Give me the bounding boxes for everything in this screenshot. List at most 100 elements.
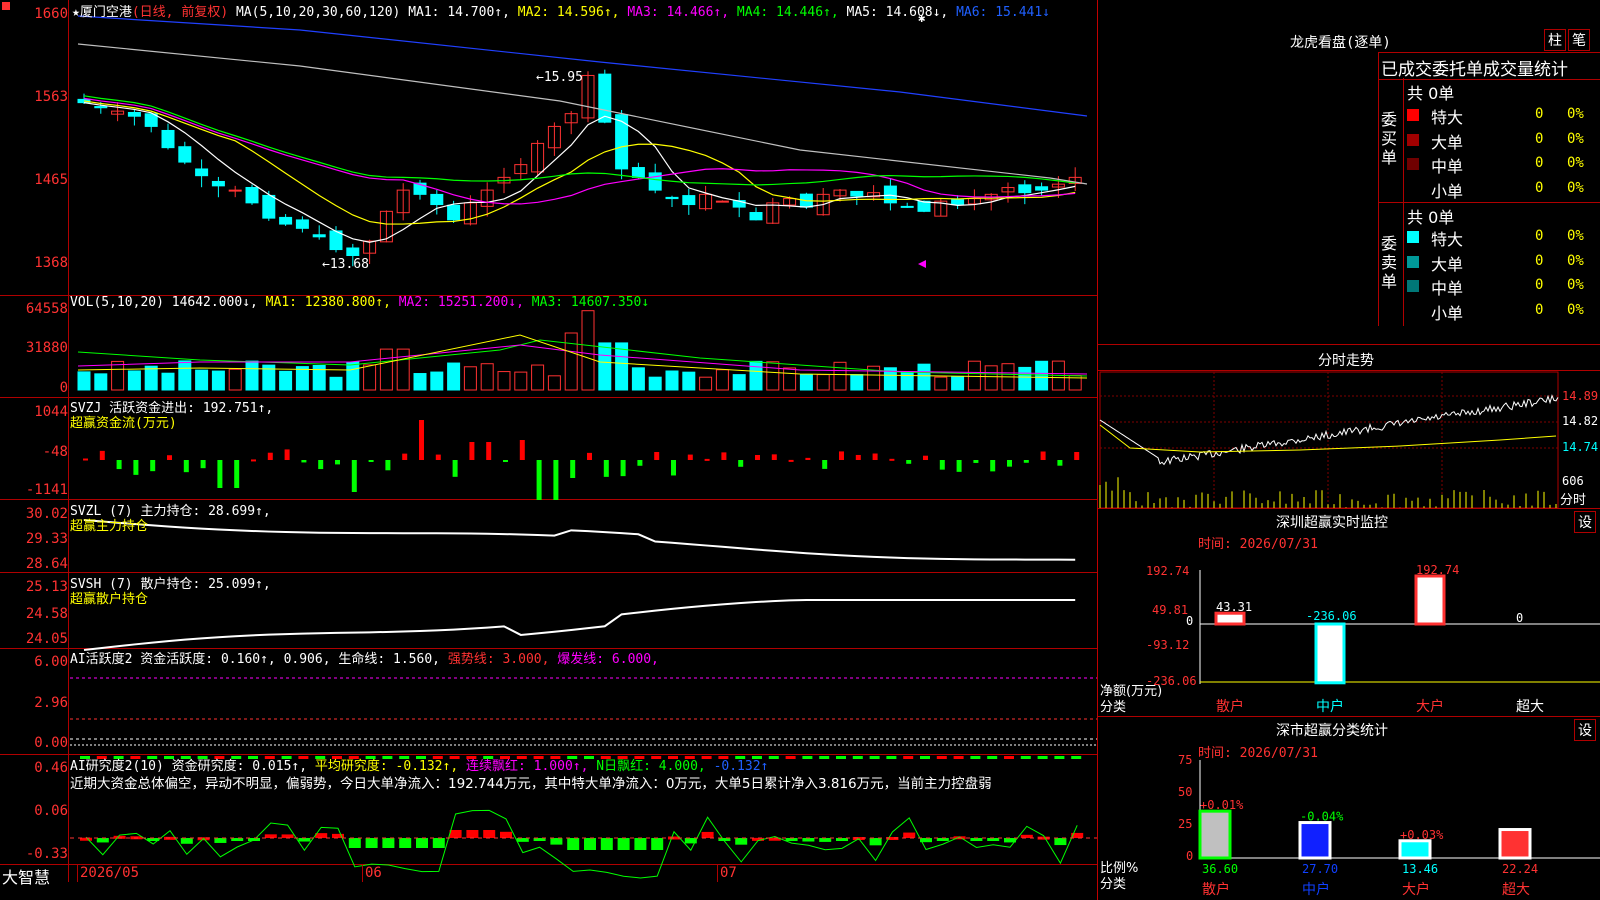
ma6-value: MA6: 15.441↓: [956, 5, 1050, 20]
stat-value-label: 36.60: [1202, 862, 1238, 876]
volume-bar: [766, 361, 780, 391]
stat-axis-label: 75: [1178, 753, 1193, 767]
activity-bar: [852, 756, 863, 759]
low-annotation: ←13.68: [322, 257, 369, 272]
date-axis: 大智慧 2026/05 06 07: [0, 864, 1098, 887]
fund-flow-bar: [183, 460, 189, 473]
sell-row: 大单 0 0%: [1407, 251, 1600, 274]
fund-flow-bar: [637, 460, 643, 466]
activity-bar: [819, 756, 830, 759]
order-type-label: 中单: [1431, 279, 1464, 298]
fund-flow-bar: [385, 460, 391, 471]
research-bar: [180, 838, 193, 844]
order-type-label: 中单: [1431, 157, 1464, 176]
monitor-value-label: -236.06: [1306, 609, 1357, 623]
separator: [1098, 344, 1600, 345]
fund-flow-bar: [167, 455, 172, 460]
sell-row: 中单 0 0%: [1407, 275, 1600, 298]
candle-body: [295, 219, 309, 229]
svsh-sub: 超赢散户持仓: [70, 592, 149, 607]
fund-flow-bar: [788, 459, 794, 462]
order-count: 0: [1535, 277, 1544, 293]
activity-bar: [903, 756, 914, 759]
volume-bar: [732, 374, 746, 391]
ma1-value: MA1: 14.700↑,: [408, 5, 510, 20]
volume-bar: [581, 310, 595, 391]
vol-label: VOL(5,10,20): [70, 295, 164, 310]
volume-bar: [211, 370, 225, 391]
candle-body: [127, 111, 141, 117]
favorite-star-icon[interactable]: ★: [72, 5, 80, 20]
volume-bar: [967, 360, 981, 391]
candle-body: [951, 199, 965, 206]
fund-flow-bar: [587, 452, 592, 460]
monitor-title: 深圳超赢实时监控: [1276, 515, 1388, 531]
buy-side-label: 委 买 单: [1381, 110, 1401, 167]
monitor-axis-label: -93.12: [1146, 638, 1190, 652]
fund-flow-bar: [284, 449, 290, 460]
candle-body: [749, 212, 763, 221]
order-count: 0: [1535, 228, 1544, 244]
order-type-label: 大单: [1431, 132, 1464, 152]
fenshi-vol-label: 606: [1562, 474, 1584, 488]
order-type-label: 特大: [1431, 230, 1464, 249]
stat-bar: [1398, 839, 1432, 860]
monitor-settings-button[interactable]: 设: [1574, 511, 1596, 533]
volume-bar: [816, 374, 830, 391]
ma-params: MA(5,10,20,30,60,120): [235, 5, 401, 20]
research-bar: [416, 838, 428, 848]
fund-flow-bar: [755, 455, 760, 460]
ma3-value: MA3: 14.466↑,: [627, 5, 730, 20]
fund-flow-bar: [452, 460, 458, 477]
fund-flow-bar: [771, 454, 777, 460]
volume-bar: [463, 366, 477, 391]
retail-holding-line: [83, 599, 1076, 651]
fund-flow-bar: [351, 460, 357, 492]
order-type-label: 小单: [1431, 181, 1464, 201]
svzj-sub: 超赢资金流(万元): [70, 416, 177, 431]
lhb-tab-label[interactable]: 已成交委托单成交量统计: [1381, 55, 1568, 80]
order-color-swatch: [1407, 255, 1419, 268]
ma5-value: MA5: 14.608↓,: [846, 5, 949, 20]
lhb-title: 龙虎看盘(逐单): [1290, 35, 1391, 51]
order-count: 0: [1535, 155, 1544, 171]
fund-flow-bar: [956, 460, 962, 472]
volume-bar: [1035, 360, 1049, 391]
volume-bar: [715, 369, 729, 391]
fenshi-label: 分时: [1560, 493, 1587, 508]
volume-bar: [665, 370, 679, 391]
fund-flow-bar: [923, 455, 928, 460]
order-count: 0: [1535, 179, 1544, 196]
monitor-category-label: 大户: [1416, 698, 1444, 715]
stat-value-label: 13.46: [1402, 862, 1438, 876]
fund-flow-bar: [973, 460, 979, 463]
volume-bar: [917, 363, 931, 391]
candle-body: [228, 189, 242, 192]
fund-flow-bar: [1007, 460, 1012, 467]
research-bar: [399, 838, 412, 848]
vol-header: VOL(5,10,20) 14642.000↓, MA1: 12380.800↑…: [70, 295, 649, 310]
activity-bar: [1020, 756, 1031, 759]
lhb-tabs[interactable]: 已成交委托单成交量统计: [1378, 52, 1600, 80]
fund-flow-bar: [503, 460, 508, 462]
activity-bar: [1054, 756, 1065, 759]
fund-flow-bar: [553, 460, 559, 500]
fund-flow-bar: [570, 460, 576, 478]
volume-bar: [379, 348, 393, 391]
kline-mode[interactable]: (日线, 前复权): [132, 5, 228, 20]
fund-flow-bar: [671, 460, 676, 476]
research-bar: [348, 838, 361, 848]
candle-body: [682, 195, 696, 206]
stat-settings-button[interactable]: 设: [1574, 719, 1596, 741]
tick-mode-button[interactable]: 笔: [1568, 29, 1590, 51]
fund-flow-bar: [603, 460, 609, 477]
stat-category-label: 分类: [1100, 877, 1127, 892]
bar-mode-button[interactable]: 柱: [1544, 29, 1566, 51]
order-percent: 0%: [1567, 277, 1584, 293]
brand-logo[interactable]: 大智慧: [2, 864, 50, 888]
ma2-value: MA2: 14.596↑,: [517, 5, 620, 20]
volume-bar: [77, 371, 91, 391]
sell-side-char: 单: [1381, 272, 1398, 291]
activity-bar: [953, 756, 964, 759]
volume-bar: [413, 373, 427, 391]
